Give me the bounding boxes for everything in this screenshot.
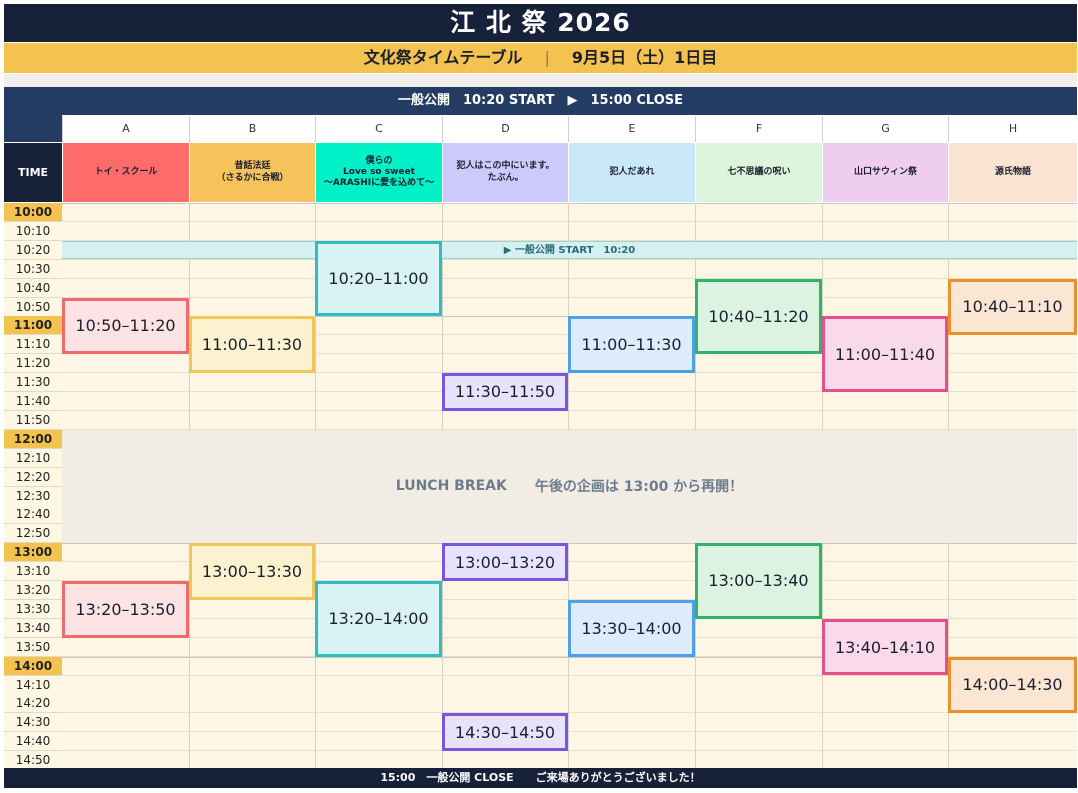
column-letter-h: H xyxy=(948,116,1077,142)
column-letter-d: D xyxy=(442,116,568,142)
column-letter-f: F xyxy=(695,116,822,142)
column-letter-c: C xyxy=(315,116,442,142)
schedule-slot-a[interactable]: 10:50–11:20 xyxy=(62,297,189,355)
schedule-slot-d[interactable]: 11:30–11:50 xyxy=(442,373,568,411)
time-label: 10:00 xyxy=(4,203,62,222)
table-row xyxy=(62,694,1077,714)
lunch-break-block: LUNCH BREAK 午後の企画は 13:00 から再開！ xyxy=(62,429,1077,544)
schedule-slot-c[interactable]: 13:20–14:00 xyxy=(315,581,442,657)
project-header-b[interactable]: 昔話法廷 （さるかに合戦） xyxy=(189,143,315,202)
time-label: 14:10 xyxy=(4,675,62,695)
subtitle-left: 文化祭タイムテーブル xyxy=(363,48,523,67)
project-header-a[interactable]: トイ・スクール xyxy=(62,143,189,202)
time-label: 11:20 xyxy=(4,354,62,374)
time-column-header: TIME xyxy=(4,143,62,202)
time-label: 12:10 xyxy=(4,448,62,468)
schedule-slot-f[interactable]: 13:00–13:40 xyxy=(695,543,822,619)
column-letter-e: E xyxy=(568,116,695,142)
table-row xyxy=(62,675,1077,695)
table-row xyxy=(62,278,1077,298)
time-label: 10:50 xyxy=(4,297,62,317)
time-label: 13:20 xyxy=(4,581,62,600)
subtitle-bar: 文化祭タイムテーブル | 9月5日（土）1日目 xyxy=(4,43,1077,73)
project-header-c[interactable]: 僕らの Love so sweet 〜ARASHIに愛を込めて〜 xyxy=(315,143,442,202)
time-label: 14:40 xyxy=(4,732,62,752)
table-row xyxy=(62,259,1077,279)
schedule-slot-h[interactable]: 14:00–14:30 xyxy=(948,656,1077,714)
public-hours-bar: 一般公開 10:20 START ▶ 15:00 CLOSE xyxy=(4,87,1077,115)
project-header-g[interactable]: 山口サウィン祭 xyxy=(822,143,948,202)
table-row xyxy=(62,221,1077,241)
time-label: 14:20 xyxy=(4,694,62,714)
table-row xyxy=(62,713,1077,733)
subtitle-right: 9月5日（土）1日目 xyxy=(571,48,718,67)
spacer xyxy=(4,74,1077,87)
schedule-slot-d[interactable]: 13:00–13:20 xyxy=(442,543,568,581)
column-letter-a: A xyxy=(62,116,189,142)
time-label: 13:50 xyxy=(4,637,62,657)
schedule-slot-e[interactable]: 11:00–11:30 xyxy=(568,316,695,374)
schedule-slot-b[interactable]: 11:00–11:30 xyxy=(189,316,315,374)
project-header-e[interactable]: 犯人だあれ xyxy=(568,143,695,202)
time-label: 11:50 xyxy=(4,410,62,430)
lunch-resume-note: 午後の企画は 13:00 から再開！ xyxy=(534,479,744,496)
time-label: 12:20 xyxy=(4,467,62,487)
time-label: 14:30 xyxy=(4,713,62,733)
schedule-slot-e[interactable]: 13:30–14:00 xyxy=(568,599,695,657)
table-row xyxy=(62,203,1077,222)
time-label: 10:40 xyxy=(4,278,62,298)
time-label: 13:00 xyxy=(4,543,62,563)
time-label: 12:50 xyxy=(4,524,62,544)
time-label: 13:10 xyxy=(4,562,62,582)
time-label: 13:30 xyxy=(4,599,62,619)
time-label: 11:30 xyxy=(4,373,62,393)
column-letter-g: G xyxy=(822,116,948,142)
time-label: 11:00 xyxy=(4,316,62,336)
schedule-slot-d[interactable]: 14:30–14:50 xyxy=(442,713,568,752)
schedule-slot-b[interactable]: 13:00–13:30 xyxy=(189,543,315,600)
footer-bar: 15:00 一般公開 CLOSE ご来場ありがとうございました！ xyxy=(4,768,1077,788)
table-row xyxy=(62,392,1077,411)
table-row xyxy=(62,410,1077,430)
time-label: 12:30 xyxy=(4,486,62,506)
table-row xyxy=(62,297,1077,317)
time-label: 10:20 xyxy=(4,240,62,260)
schedule-slot-c[interactable]: 10:20–11:00 xyxy=(315,240,442,317)
time-label: 10:10 xyxy=(4,221,62,241)
time-label: 12:00 xyxy=(4,429,62,449)
schedule-slot-a[interactable]: 13:20–13:50 xyxy=(62,581,189,638)
time-label: 13:40 xyxy=(4,618,62,638)
project-header-d[interactable]: 犯人はこの中にいます。 たぶん。 xyxy=(442,143,568,202)
table-row xyxy=(62,732,1077,752)
time-label: 11:40 xyxy=(4,392,62,411)
schedule-slot-g[interactable]: 13:40–14:10 xyxy=(822,618,948,676)
time-label: 14:00 xyxy=(4,656,62,676)
schedule-slot-g[interactable]: 11:00–11:40 xyxy=(822,316,948,392)
lunch-break-label: LUNCH BREAK xyxy=(395,478,507,495)
time-label: 11:10 xyxy=(4,335,62,355)
schedule-slot-h[interactable]: 10:40–11:10 xyxy=(948,278,1077,336)
project-header-h[interactable]: 源氏物語 xyxy=(948,143,1077,202)
page-title: 江 北 祭 2026 xyxy=(4,4,1077,42)
header-corner xyxy=(4,115,62,142)
time-label: 10:30 xyxy=(4,259,62,279)
schedule-slot-f[interactable]: 10:40–11:20 xyxy=(695,278,822,355)
public-start-band: ▶ 一般公開 START 10:20 xyxy=(62,240,1077,259)
subtitle-separator: | xyxy=(544,48,550,67)
project-header-f[interactable]: 七不思議の呪い xyxy=(695,143,822,202)
column-letter-b: B xyxy=(189,116,315,142)
time-label: 12:40 xyxy=(4,505,62,525)
